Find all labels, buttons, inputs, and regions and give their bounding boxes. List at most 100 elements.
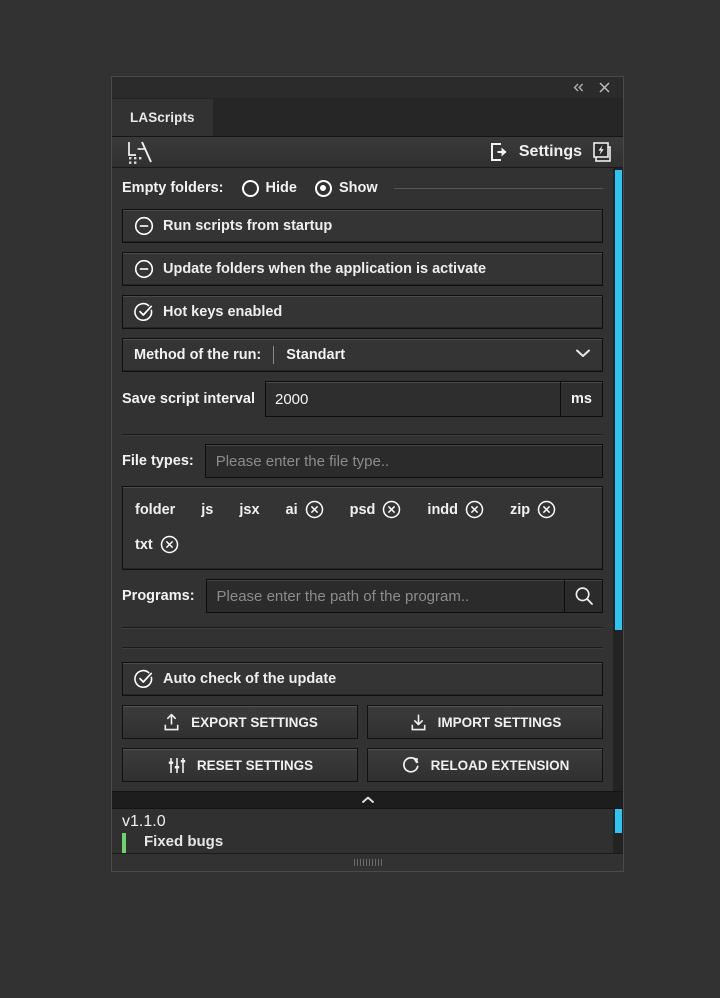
button-label: RESET SETTINGS <box>196 757 314 773</box>
tag-js[interactable]: js <box>201 497 213 523</box>
toggle-auto-check-update[interactable]: Auto check of the update <box>122 662 603 696</box>
remove-tag-icon[interactable] <box>382 500 401 519</box>
lascripts-logo-icon <box>124 138 164 166</box>
reset-settings-button[interactable]: RESET SETTINGS <box>122 748 358 782</box>
toggle-update-folders-on-activate[interactable]: Update folders when the application is a… <box>122 252 603 286</box>
tag-ai[interactable]: ai <box>286 497 324 523</box>
tag-txt[interactable]: txt <box>135 532 590 558</box>
method-of-run-select[interactable]: Method of the run: Standart <box>122 338 603 372</box>
radio-option-hide[interactable]: Hide <box>241 179 297 197</box>
resize-grip-icon[interactable] <box>353 859 382 866</box>
method-of-run-label: Method of the run: <box>134 347 262 363</box>
programs-label: Programs: <box>122 588 195 604</box>
vertical-scrollbar[interactable] <box>613 168 623 791</box>
settings-maintenance-buttons: RESET SETTINGS RELOAD EXTENSION <box>122 748 603 782</box>
radio-show-icon <box>314 179 332 197</box>
header-actions: Settings <box>488 140 615 164</box>
save-script-interval-label: Save script interval <box>122 391 255 407</box>
tag-label: zip <box>510 501 531 518</box>
settings-io-buttons: EXPORT SETTINGS IMPORT SETTINGS <box>122 705 603 739</box>
desktop-background: LAScripts Settings Empty folders: Hide S… <box>0 0 720 998</box>
section-divider-1 <box>122 434 603 435</box>
open-settings-icon[interactable] <box>488 141 510 163</box>
radio-show-label: Show <box>338 180 378 196</box>
close-icon <box>598 82 610 93</box>
tag-label: folder <box>135 501 176 518</box>
tag-zip[interactable]: zip <box>510 497 556 523</box>
file-types-row: File types: Please enter the file type.. <box>122 444 603 478</box>
scrollbar-thumb[interactable] <box>615 170 622 630</box>
radio-hide-label: Hide <box>265 180 297 196</box>
button-label: EXPORT SETTINGS <box>191 714 318 730</box>
chevron-down-icon <box>574 346 592 364</box>
minus-circle-icon <box>134 216 154 236</box>
upload-icon <box>164 713 179 730</box>
lightning-layers-icon[interactable] <box>591 140 615 164</box>
radio-option-show[interactable]: Show <box>314 179 378 197</box>
remove-tag-icon[interactable] <box>537 500 556 519</box>
remove-tag-icon[interactable] <box>465 500 484 519</box>
search-icon <box>575 587 593 605</box>
empty-folders-row: Empty folders: Hide Show <box>122 176 603 200</box>
file-types-placeholder: Please enter the file type.. <box>215 452 390 470</box>
tag-jsx[interactable]: jsx <box>239 497 259 523</box>
close-panel-button[interactable] <box>591 78 617 98</box>
export-settings-button[interactable]: EXPORT SETTINGS <box>122 705 358 739</box>
tag-label: psd <box>349 501 376 518</box>
download-icon <box>411 714 426 730</box>
section-divider-2 <box>122 627 603 628</box>
method-of-run-value: Standart <box>286 347 346 363</box>
tag-psd[interactable]: psd <box>350 497 402 523</box>
status-bar <box>112 853 623 871</box>
tab-strip: LAScripts <box>112 99 623 137</box>
import-settings-button[interactable]: IMPORT SETTINGS <box>367 705 603 739</box>
save-script-interval-input[interactable]: 2000 <box>265 381 561 417</box>
chevron-up-icon <box>361 796 374 803</box>
collapse-panel-button[interactable] <box>565 78 591 98</box>
settings-content: Empty folders: Hide Show Run scripts fro… <box>112 168 613 791</box>
changelog-version: v1.1.0 <box>122 813 166 830</box>
remove-tag-icon[interactable] <box>160 535 179 554</box>
sliders-icon <box>168 757 186 773</box>
tab-label: LAScripts <box>130 110 195 125</box>
app-header: Settings <box>112 137 623 168</box>
toggle-run-scripts-from-startup[interactable]: Run scripts from startup <box>122 209 603 243</box>
changelog-collapse-bar[interactable] <box>112 791 623 809</box>
unit-label: ms <box>571 391 592 407</box>
toggle-label: Hot keys enabled <box>163 304 283 320</box>
settings-label: Settings <box>518 143 582 160</box>
save-script-interval-unit: ms <box>561 381 603 417</box>
check-circle-icon <box>134 302 153 322</box>
file-types-input[interactable]: Please enter the file type.. <box>204 444 603 478</box>
changelog-accent-bar <box>122 833 126 853</box>
check-circle-icon <box>134 669 153 689</box>
programs-input[interactable]: Please enter the path of the program.. <box>205 579 565 613</box>
toggle-label: Auto check of the update <box>163 671 337 687</box>
programs-search-button[interactable] <box>565 579 603 613</box>
remove-tag-icon[interactable] <box>305 500 324 519</box>
file-types-label: File types: <box>122 453 194 469</box>
row-rule <box>393 187 603 189</box>
changelog-scrollbar[interactable] <box>613 809 623 853</box>
toggle-label: Update folders when the application is a… <box>163 261 487 277</box>
tag-label: ai <box>285 501 298 518</box>
section-divider-3 <box>122 647 603 648</box>
double-chevron-left-icon <box>573 83 583 92</box>
save-script-interval-row: Save script interval 2000 ms <box>122 381 603 417</box>
tag-label: indd <box>427 501 459 518</box>
toggle-hot-keys-enabled[interactable]: Hot keys enabled <box>122 295 603 329</box>
programs-placeholder: Please enter the path of the program.. <box>216 587 470 605</box>
tag-label: jsx <box>239 501 260 518</box>
changelog-scrollbar-thumb[interactable] <box>615 809 622 833</box>
changelog-entry-text: Fixed bugs <box>144 833 224 850</box>
file-types-tag-list: folder js jsx ai psd indd zip txt <box>122 486 603 570</box>
refresh-icon <box>402 756 419 773</box>
minus-circle-icon <box>134 259 154 279</box>
tag-folder[interactable]: folder <box>135 497 175 523</box>
reload-extension-button[interactable]: RELOAD EXTENSION <box>367 748 603 782</box>
tag-indd[interactable]: indd <box>427 497 484 523</box>
button-label: RELOAD EXTENSION <box>430 757 570 773</box>
changelog-panel: v1.1.0 Fixed bugs <box>112 809 623 853</box>
tab-lascripts[interactable]: LAScripts <box>112 99 213 136</box>
settings-body: Empty folders: Hide Show Run scripts fro… <box>112 168 623 791</box>
